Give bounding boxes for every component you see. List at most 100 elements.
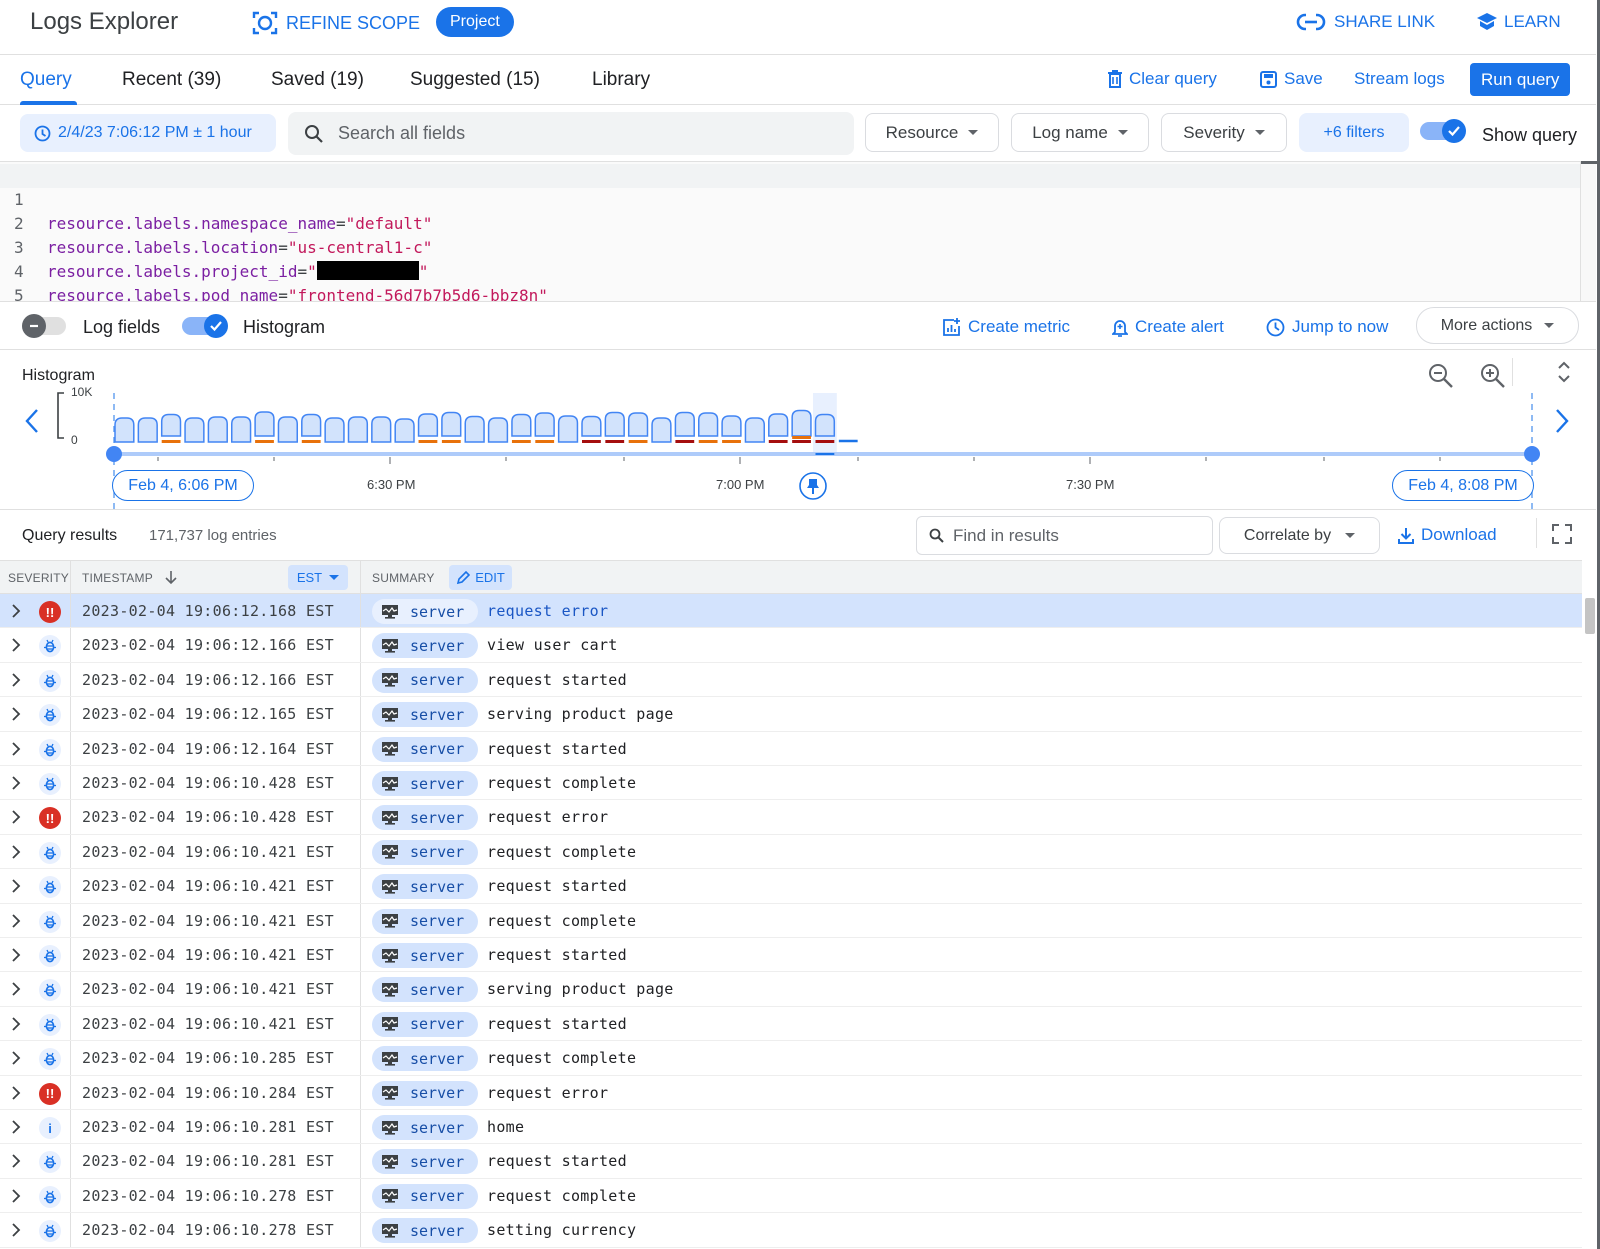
chevron-left-icon[interactable] <box>24 408 40 434</box>
container-chip[interactable]: server <box>372 1115 478 1140</box>
column-divider[interactable] <box>70 561 71 593</box>
column-header-severity[interactable]: SEVERITY <box>8 571 69 585</box>
refine-scope-button[interactable]: REFINE SCOPE <box>252 10 420 36</box>
expand-row-chevron-icon[interactable] <box>11 1085 21 1101</box>
scope-badge[interactable]: Project <box>436 7 514 37</box>
range-start-handle[interactable] <box>106 446 122 462</box>
container-chip[interactable]: server <box>372 667 478 693</box>
expand-row-chevron-icon[interactable] <box>11 1222 21 1238</box>
table-row[interactable]: 2023-02-04 19:06:12.166 EST server request… <box>0 662 1582 698</box>
expand-row-chevron-icon[interactable] <box>11 706 21 722</box>
tab-library[interactable]: Library <box>592 69 650 91</box>
tab-query[interactable]: Query <box>20 69 72 91</box>
expand-row-chevron-icon[interactable] <box>11 913 21 929</box>
container-chip[interactable]: server <box>372 874 478 900</box>
tab-suggested[interactable]: Suggested (15) <box>410 69 540 91</box>
time-range-picker[interactable]: 2/4/23 7:06:12 PM ± 1 hour <box>20 114 276 152</box>
histogram-toggle[interactable] <box>182 314 230 338</box>
table-row[interactable]: 2023-02-04 19:06:10.421 EST server request… <box>0 1006 1582 1042</box>
save-button[interactable]: Save <box>1260 69 1323 89</box>
more-actions-dropdown[interactable]: More actions <box>1416 307 1579 344</box>
table-row[interactable]: 2023-02-04 19:06:12.166 EST server view us… <box>0 628 1582 663</box>
query-editor[interactable]: 1 resource.labels.namespace_name="defaul… <box>0 161 1580 301</box>
column-header-timestamp[interactable]: TIMESTAMP <box>82 571 153 585</box>
share-link-button[interactable]: SHARE LINK <box>1296 12 1435 32</box>
expand-row-chevron-icon[interactable] <box>11 741 21 757</box>
correlate-by-dropdown[interactable]: Correlate by <box>1219 517 1380 554</box>
timezone-dropdown[interactable]: EST <box>288 565 348 590</box>
expand-row-chevron-icon[interactable] <box>11 1188 21 1204</box>
table-row[interactable]: 2023-02-04 19:06:10.421 EST server request… <box>0 834 1582 870</box>
table-row[interactable]: 2023-02-04 19:06:10.421 EST server request… <box>0 903 1582 938</box>
range-end-handle[interactable] <box>1524 446 1540 462</box>
table-row[interactable]: 2023-02-04 19:06:12.164 EST server request… <box>0 731 1582 766</box>
column-header-summary[interactable]: SUMMARY <box>372 571 435 585</box>
run-query-button[interactable]: Run query <box>1470 63 1571 96</box>
expand-row-chevron-icon[interactable] <box>11 1153 21 1169</box>
table-row[interactable]: 2023-02-04 19:06:10.285 EST server request… <box>0 1041 1582 1076</box>
jump-to-now-button[interactable]: Jump to now <box>1266 317 1388 337</box>
container-chip[interactable]: server <box>372 943 478 968</box>
expand-row-chevron-icon[interactable] <box>11 1016 21 1032</box>
editor-scrollbar[interactable] <box>1580 161 1597 301</box>
tab-saved[interactable]: Saved (19) <box>271 69 364 91</box>
create-alert-button[interactable]: Create alert <box>1112 317 1224 337</box>
learn-button[interactable]: LEARN <box>1476 12 1561 32</box>
container-chip[interactable]: server <box>372 1080 478 1106</box>
download-button[interactable]: Download <box>1398 525 1497 545</box>
expand-row-chevron-icon[interactable] <box>11 1050 21 1066</box>
severity-dropdown[interactable]: Severity <box>1161 113 1287 152</box>
expand-row-chevron-icon[interactable] <box>11 775 21 791</box>
container-chip[interactable]: server <box>372 839 478 865</box>
table-row[interactable]: 2023-02-04 19:06:10.278 EST server request… <box>0 1178 1582 1214</box>
table-row[interactable]: 2023-02-04 19:06:10.421 EST server request… <box>0 938 1582 973</box>
table-row[interactable]: 2023-02-04 19:06:10.278 EST server setting… <box>0 1213 1582 1248</box>
create-metric-button[interactable]: Create metric <box>942 317 1070 337</box>
expand-row-chevron-icon[interactable] <box>11 947 21 963</box>
scrollbar-thumb[interactable] <box>1581 161 1597 164</box>
container-chip[interactable]: server <box>372 599 478 624</box>
container-chip[interactable]: server <box>372 736 478 762</box>
table-row[interactable]: !! 2023-02-04 19:06:10.428 EST server reque… <box>0 800 1582 835</box>
expand-collapse-icon[interactable] <box>1556 360 1572 384</box>
table-row[interactable]: !! 2023-02-04 19:06:10.284 EST server reque… <box>0 1075 1582 1110</box>
table-row[interactable]: i 2023-02-04 19:06:10.281 EST server home <box>0 1110 1582 1145</box>
table-scrollbar[interactable] <box>1582 594 1596 1249</box>
container-chip[interactable]: server <box>372 1011 478 1037</box>
container-chip[interactable]: server <box>372 908 478 934</box>
stream-logs-button[interactable]: Stream logs <box>1354 69 1445 89</box>
table-row[interactable]: 2023-02-04 19:06:10.281 EST server request… <box>0 1144 1582 1179</box>
container-chip[interactable]: server <box>372 771 478 796</box>
expand-row-chevron-icon[interactable] <box>11 981 21 997</box>
table-row[interactable]: 2023-02-04 19:06:10.421 EST server serving… <box>0 972 1582 1007</box>
resource-dropdown[interactable]: Resource <box>865 113 999 152</box>
search-all-fields-input[interactable]: Search all fields <box>288 112 854 155</box>
expand-row-chevron-icon[interactable] <box>11 809 21 825</box>
container-chip[interactable]: server <box>372 977 478 1003</box>
container-chip[interactable]: server <box>372 1218 478 1244</box>
chevron-right-icon[interactable] <box>1554 408 1570 434</box>
container-chip[interactable]: server <box>372 805 478 831</box>
expand-row-chevron-icon[interactable] <box>11 603 21 619</box>
zoom-out-icon[interactable] <box>1427 362 1455 390</box>
container-chip[interactable]: server <box>372 702 478 728</box>
start-time-handle[interactable]: Feb 4, 6:06 PM <box>112 470 254 501</box>
expand-row-chevron-icon[interactable] <box>11 1119 21 1135</box>
end-time-handle[interactable]: Feb 4, 8:08 PM <box>1392 470 1534 501</box>
table-row[interactable]: !! 2023-02-04 19:06:12.168 EST server reque… <box>0 594 1582 629</box>
container-chip[interactable]: server <box>372 633 478 659</box>
table-row[interactable]: 2023-02-04 19:06:10.421 EST server request… <box>0 869 1582 904</box>
container-chip[interactable]: server <box>372 1183 478 1209</box>
expand-row-chevron-icon[interactable] <box>11 672 21 688</box>
column-divider[interactable] <box>360 561 361 593</box>
tab-recent[interactable]: Recent (39) <box>122 69 221 91</box>
edit-summary-button[interactable]: EDIT <box>449 565 512 590</box>
show-query-toggle[interactable] <box>1420 119 1468 143</box>
find-in-results-input[interactable]: Find in results <box>916 516 1213 555</box>
expand-row-chevron-icon[interactable] <box>11 844 21 860</box>
container-chip[interactable]: server <box>372 1149 478 1175</box>
log-name-dropdown[interactable]: Log name <box>1011 113 1149 152</box>
log-fields-toggle[interactable] <box>22 314 70 338</box>
expand-row-chevron-icon[interactable] <box>11 878 21 894</box>
expand-row-chevron-icon[interactable] <box>11 637 21 653</box>
